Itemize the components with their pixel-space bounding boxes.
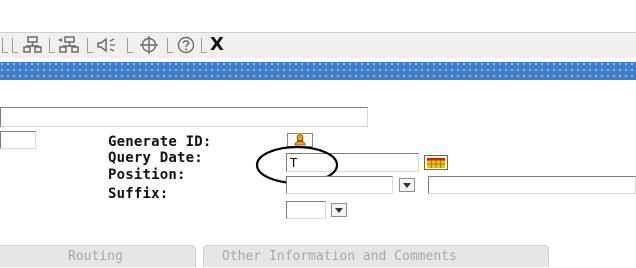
key-block-field[interactable] [0, 107, 368, 127]
header-banner [0, 62, 636, 80]
suffix-dropdown-button[interactable] [331, 203, 347, 217]
toolbar-separator [201, 38, 207, 53]
tab-other-information-label: Other Information and Comments [222, 249, 457, 264]
toolbar-separator [127, 38, 133, 53]
toolbar-separator [2, 38, 8, 53]
generate-id-label: Generate ID: [108, 134, 212, 150]
position-field[interactable] [286, 176, 393, 194]
toolbar-separator [87, 38, 93, 53]
tab-routing-label: Routing [68, 249, 123, 264]
id-field[interactable] [0, 131, 36, 149]
position-label: Position: [108, 167, 186, 183]
window-top-bar [0, 0, 636, 33]
query-date-label: Query Date: [108, 150, 203, 166]
calendar-icon[interactable] [424, 155, 448, 174]
toolbar: X [0, 33, 636, 58]
tree-expand-icon[interactable] [58, 36, 80, 54]
position-description-field[interactable] [428, 176, 636, 194]
position-dropdown-button[interactable] [399, 178, 415, 192]
suffix-label: Suffix: [108, 186, 169, 202]
close-icon[interactable]: X [210, 34, 224, 55]
tree-split-icon[interactable] [23, 36, 43, 54]
suffix-field[interactable] [286, 201, 326, 219]
help-icon[interactable] [177, 36, 195, 54]
tab-other-information[interactable]: Other Information and Comments [203, 245, 549, 267]
toolbar-separator [49, 38, 55, 53]
tab-routing[interactable]: Routing [0, 245, 196, 267]
crosshair-icon[interactable] [139, 36, 159, 54]
speaker-icon[interactable] [97, 36, 119, 54]
toolbar-separator [167, 38, 173, 53]
toolbar-separator [12, 38, 18, 53]
